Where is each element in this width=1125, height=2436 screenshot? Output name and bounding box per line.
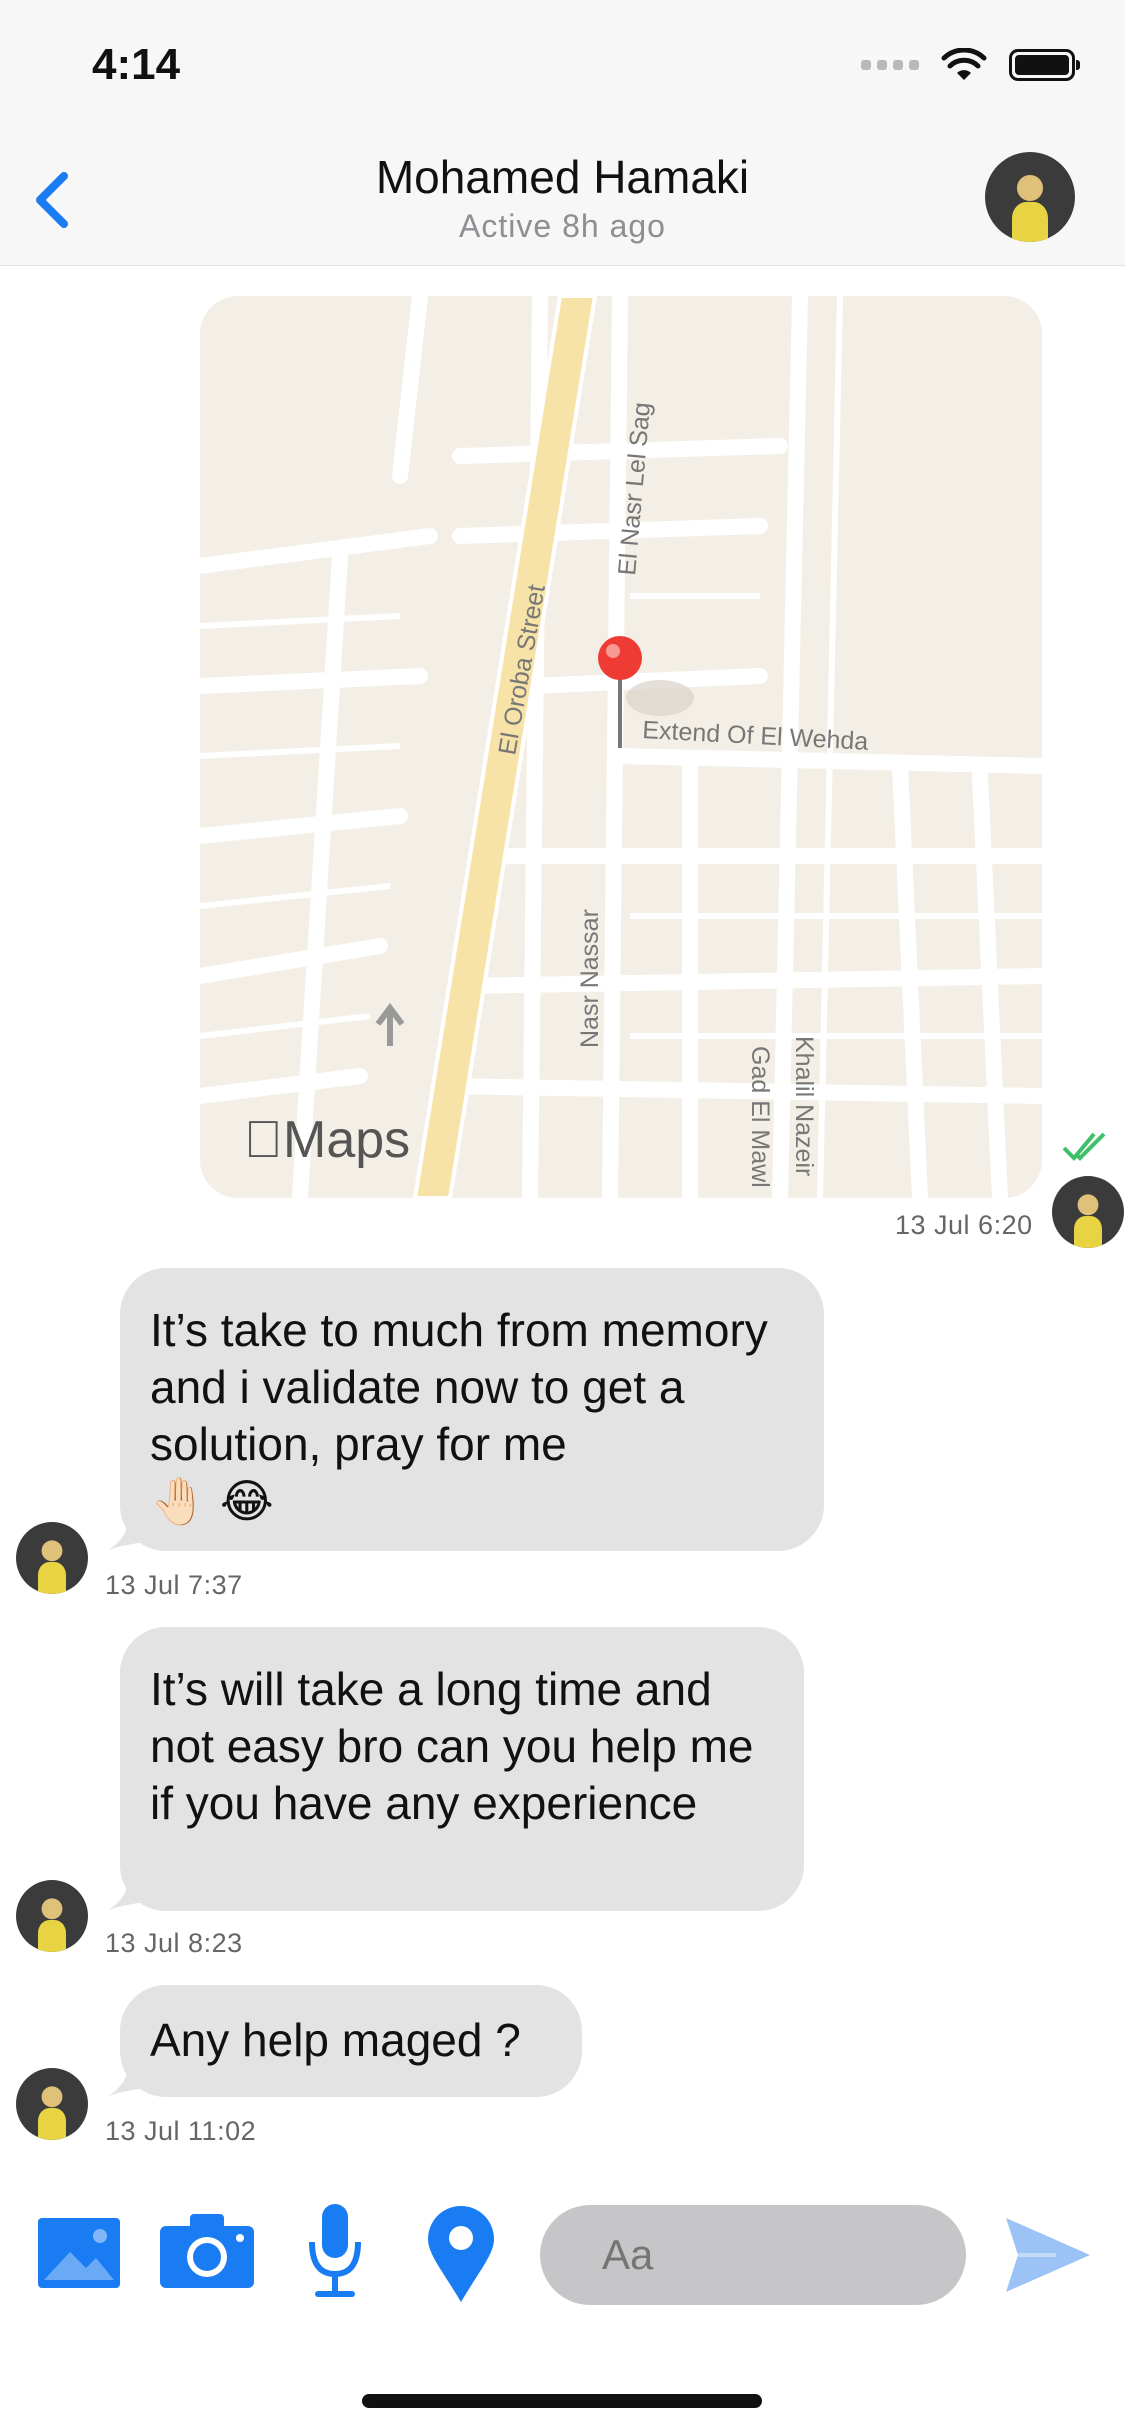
maps-logo: Maps — [244, 1111, 410, 1169]
status-bar: 4:14 — [0, 0, 1125, 140]
map-image: El Oroba Street El Nasr Lel Sag Extend O… — [200, 296, 1042, 1198]
contact-name[interactable]: Mohamed Hamaki — [0, 150, 1125, 204]
sender-avatar — [16, 1880, 88, 1952]
apple-logo-icon:  — [244, 1111, 283, 1169]
message-text: Any help maged ? — [150, 2014, 521, 2066]
message-time: 13 Jul 7:37 — [105, 1570, 243, 1600]
message-bubble[interactable]: Any help maged ? — [120, 1985, 582, 2097]
map-label-nasr-nassar: Nasr Nassar — [576, 909, 604, 1048]
message-input[interactable] — [540, 2205, 966, 2305]
location-pin-icon[interactable] — [428, 2206, 494, 2302]
message-time: 13 Jul 11:02 — [105, 2116, 257, 2146]
message-text: It’s will take a long time and not easy … — [150, 1663, 754, 1829]
photo-gallery-icon[interactable] — [38, 2218, 120, 2288]
sender-avatar — [16, 2068, 88, 2140]
home-indicator[interactable] — [362, 2394, 762, 2408]
active-status: Active 8h ago — [459, 208, 666, 244]
location-map-message[interactable]: El Oroba Street El Nasr Lel Sag Extend O… — [200, 296, 1042, 1198]
message-emoji: 🤚🏻 😂 — [150, 1475, 274, 1527]
message-time: 13 Jul 8:23 — [105, 1928, 243, 1958]
contact-avatar[interactable] — [985, 152, 1075, 242]
message-bubble[interactable]: It’s will take a long time and not easy … — [120, 1627, 804, 1911]
signal-icon — [861, 60, 919, 70]
sender-avatar — [16, 1522, 88, 1594]
battery-icon — [1009, 49, 1080, 81]
message-time: 13 Jul 6:20 — [895, 1210, 1033, 1240]
map-label-gad: Gad El Mawl — [746, 1046, 774, 1188]
microphone-icon[interactable] — [308, 2204, 362, 2300]
message-input-container[interactable] — [540, 2205, 966, 2305]
status-time: 4:14 — [92, 40, 181, 89]
map-label-khalil: Khalil Nazeir — [790, 1036, 818, 1176]
composer-toolbar — [0, 2190, 1125, 2330]
chat-header: Mohamed Hamaki Active 8h ago — [0, 140, 1125, 266]
send-icon[interactable] — [1006, 2218, 1090, 2292]
message-bubble[interactable]: It’s take to much from memory and i vali… — [120, 1268, 824, 1551]
my-avatar — [1052, 1176, 1124, 1248]
camera-icon[interactable] — [160, 2214, 254, 2288]
message-text: It’s take to much from memory and i vali… — [150, 1304, 768, 1470]
wifi-icon — [941, 48, 987, 80]
status-icons — [861, 48, 1080, 82]
double-check-icon — [1062, 1132, 1106, 1161]
